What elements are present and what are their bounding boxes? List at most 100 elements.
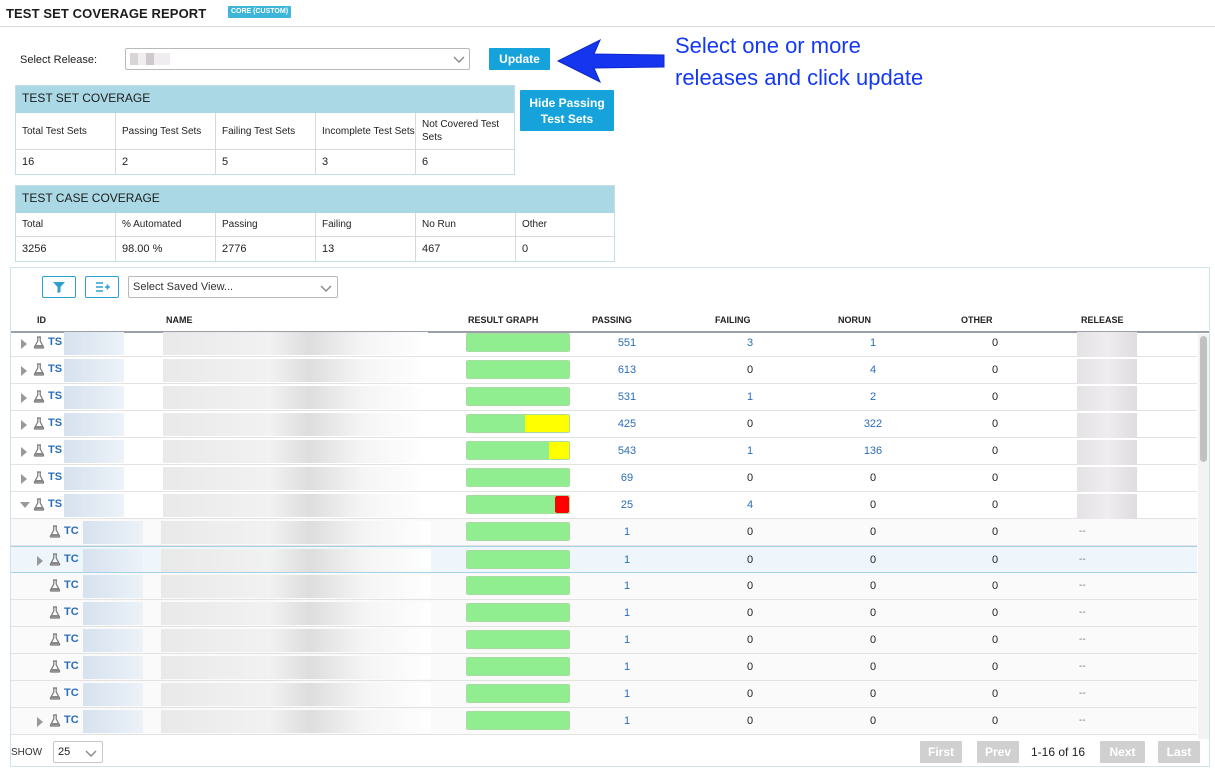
expand-caret-icon[interactable] (37, 556, 43, 566)
row-id-link[interactable]: TC (64, 579, 79, 591)
passing-count[interactable]: 543 (607, 445, 647, 457)
prev-page-button[interactable]: Prev (977, 741, 1019, 763)
test-case-coverage-table: TEST CASE COVERAGE Total % Automated Pas… (15, 185, 615, 262)
last-page-button[interactable]: Last (1158, 741, 1200, 763)
test-case-row[interactable]: TC 1 0 0 0 -- (11, 627, 1197, 654)
norun-count: 0 (869, 580, 877, 592)
passing-count[interactable]: 551 (607, 337, 647, 349)
row-id-link[interactable]: TS (48, 444, 62, 456)
passing-count[interactable]: 425 (607, 418, 647, 430)
header-passing-test-sets: Passing Test Sets (116, 113, 216, 150)
test-set-row[interactable]: TS 69 0 0 0 (11, 465, 1197, 492)
test-set-grid: Select Saved View... ID NAME RESULT GRAP… (10, 267, 1210, 767)
filter-button[interactable] (42, 276, 76, 298)
test-set-row[interactable]: TS 551 3 1 0 (11, 330, 1197, 357)
expand-caret-icon[interactable] (21, 393, 27, 403)
collapse-caret-icon[interactable] (20, 502, 30, 508)
passing-count[interactable]: 1 (607, 715, 647, 727)
value-no-run-link[interactable]: 467 (416, 237, 516, 261)
passing-count[interactable]: 1 (607, 634, 647, 646)
norun-count[interactable]: 1 (853, 337, 893, 349)
norun-count[interactable]: 322 (853, 418, 893, 430)
value-failing-link[interactable]: 13 (316, 237, 416, 261)
expand-caret-icon[interactable] (21, 447, 27, 457)
test-case-row[interactable]: TC 1 0 0 0 -- (11, 519, 1197, 546)
failing-count[interactable]: 1 (730, 445, 770, 457)
saved-view-select[interactable]: Select Saved View... (128, 276, 338, 298)
failing-count[interactable]: 3 (730, 337, 770, 349)
result-graph-bar (466, 522, 570, 541)
value-passing-link[interactable]: 2776 (216, 237, 316, 261)
release-select[interactable] (125, 48, 470, 70)
test-case-row[interactable]: TC 1 0 0 0 -- (11, 546, 1197, 573)
test-case-row[interactable]: TC 1 0 0 0 -- (11, 681, 1197, 708)
row-id-link[interactable]: TC (64, 606, 79, 618)
test-set-coverage-title: TEST SET COVERAGE (16, 86, 514, 113)
passing-count[interactable]: 531 (607, 391, 647, 403)
column-result-graph[interactable]: RESULT GRAPH (468, 315, 538, 325)
column-norun[interactable]: NORUN (838, 315, 871, 325)
column-id[interactable]: ID (37, 315, 46, 325)
release-value: -- (1079, 554, 1086, 565)
expand-caret-icon[interactable] (21, 420, 27, 430)
passing-count[interactable]: 1 (607, 526, 647, 538)
passing-count[interactable]: 1 (607, 607, 647, 619)
passing-count[interactable]: 1 (607, 661, 647, 673)
row-id-link[interactable]: TC (64, 687, 79, 699)
first-page-button[interactable]: First (920, 741, 962, 763)
test-set-row[interactable]: TS 613 0 4 0 (11, 357, 1197, 384)
row-id-link[interactable]: TC (64, 714, 79, 726)
passing-count[interactable]: 1 (607, 580, 647, 592)
row-id-link[interactable]: TS (48, 417, 62, 429)
test-set-row[interactable]: TS 531 1 2 0 (11, 384, 1197, 411)
failing-count[interactable]: 1 (730, 391, 770, 403)
test-case-row[interactable]: TC 1 0 0 0 -- (11, 600, 1197, 627)
expand-caret-icon[interactable] (37, 717, 43, 727)
column-name[interactable]: NAME (166, 315, 193, 325)
annotation-arrow-icon (556, 38, 665, 84)
row-id-link[interactable]: TC (64, 525, 79, 537)
column-release[interactable]: RELEASE (1081, 315, 1124, 325)
test-set-row[interactable]: TS 425 0 322 0 (11, 411, 1197, 438)
hide-passing-test-sets-button[interactable]: Hide Passing Test Sets (520, 90, 614, 131)
other-count: 0 (991, 418, 999, 430)
vertical-scrollbar[interactable] (1198, 334, 1209, 739)
test-case-row[interactable]: TC 1 0 0 0 -- (11, 573, 1197, 600)
passing-count[interactable]: 1 (607, 688, 647, 700)
row-id-link[interactable]: TS (48, 498, 62, 510)
expand-caret-icon[interactable] (21, 339, 27, 349)
test-case-row[interactable]: TC 1 0 0 0 -- (11, 654, 1197, 681)
row-id-link[interactable]: TC (64, 660, 79, 672)
row-id-link[interactable]: TS (48, 471, 62, 483)
passing-count[interactable]: 69 (607, 472, 647, 484)
value-total-link[interactable]: 3256 (16, 237, 116, 261)
test-set-row[interactable]: TS 543 1 136 0 (11, 438, 1197, 465)
next-page-button[interactable]: Next (1100, 741, 1145, 763)
column-other[interactable]: OTHER (961, 315, 993, 325)
norun-count[interactable]: 2 (853, 391, 893, 403)
page-size-select[interactable]: 25 (53, 741, 103, 763)
norun-count[interactable]: 136 (853, 445, 893, 457)
norun-count: 0 (869, 472, 877, 484)
norun-count[interactable]: 4 (853, 364, 893, 376)
update-button[interactable]: Update (489, 48, 550, 70)
passing-count[interactable]: 25 (607, 499, 647, 511)
column-chooser-button[interactable] (85, 276, 119, 298)
expand-caret-icon[interactable] (21, 366, 27, 376)
scrollbar-thumb[interactable] (1200, 336, 1207, 462)
column-failing[interactable]: FAILING (715, 315, 751, 325)
passing-count[interactable]: 1 (607, 554, 647, 566)
column-passing[interactable]: PASSING (592, 315, 632, 325)
failing-count: 0 (746, 418, 754, 430)
expand-caret-icon[interactable] (21, 474, 27, 484)
test-case-row[interactable]: TC 1 0 0 0 -- (11, 708, 1197, 735)
passing-count[interactable]: 613 (607, 364, 647, 376)
row-id-link[interactable]: TS (48, 390, 62, 402)
row-id-link[interactable]: TC (64, 553, 79, 565)
row-id-link[interactable]: TS (48, 363, 62, 375)
row-id-link[interactable]: TC (64, 633, 79, 645)
test-set-row[interactable]: TS 25 4 0 0 (11, 492, 1197, 519)
failing-count[interactable]: 4 (730, 499, 770, 511)
other-count: 0 (991, 337, 999, 349)
row-id-link[interactable]: TS (48, 336, 62, 348)
